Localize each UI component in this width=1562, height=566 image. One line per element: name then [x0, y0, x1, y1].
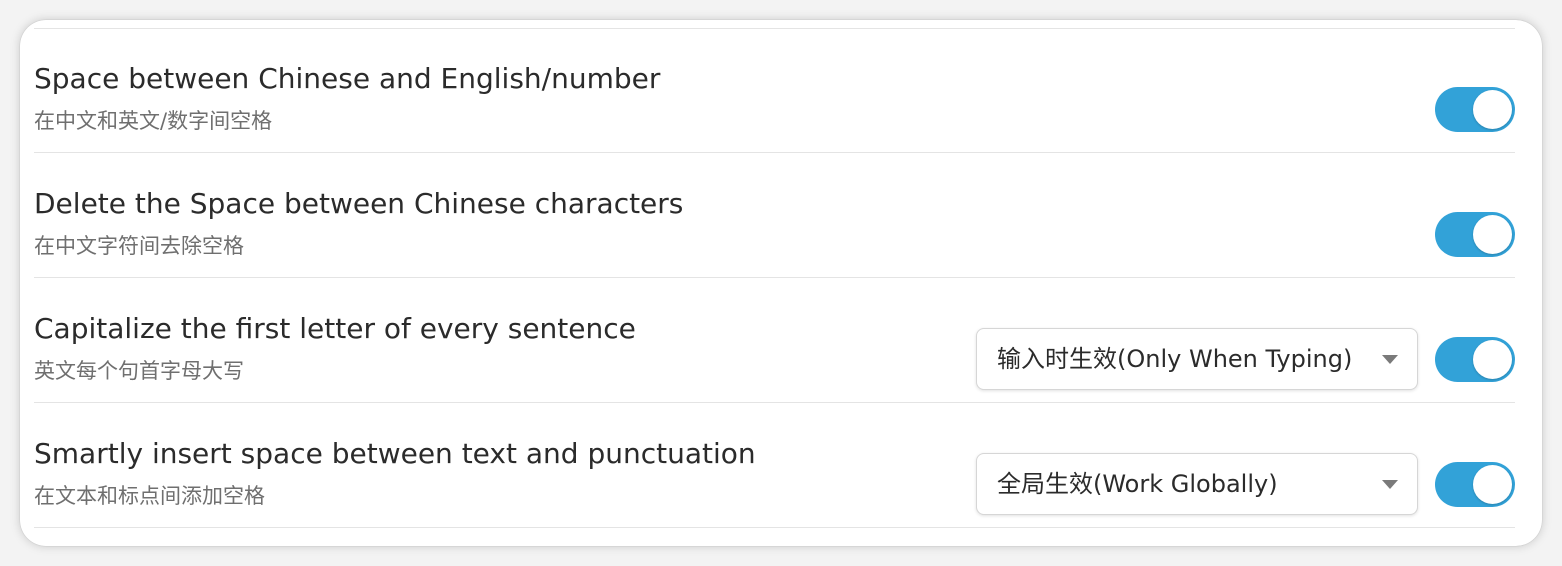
setting-title: Delete the Space between Chinese charact…	[34, 187, 684, 220]
setting-row-space-chinese-english: Space between Chinese and English/number…	[34, 28, 1515, 153]
toggle-switch-space-punctuation[interactable]	[1435, 462, 1515, 507]
toggle-switch-capitalize-first-letter[interactable]	[1435, 337, 1515, 382]
setting-row-delete-space-chinese: Delete the Space between Chinese charact…	[34, 153, 1515, 278]
toggle-switch-space-chinese-english[interactable]	[1435, 87, 1515, 132]
setting-subtitle: 英文每个句首字母大写	[34, 359, 244, 383]
chevron-down-icon	[1382, 480, 1398, 489]
setting-title: Capitalize the first letter of every sen…	[34, 312, 636, 345]
dropdown-selected-value: 全局生效(Work Globally)	[997, 470, 1278, 498]
toggle-knob	[1473, 215, 1512, 254]
chevron-down-icon	[1382, 355, 1398, 364]
setting-row-space-punctuation: Smartly insert space between text and pu…	[34, 403, 1515, 528]
toggle-knob	[1473, 340, 1512, 379]
scope-dropdown-punctuation[interactable]: 全局生效(Work Globally)	[976, 453, 1418, 515]
setting-subtitle: 在中文和英文/数字间空格	[34, 109, 273, 133]
dropdown-selected-value: 输入时生效(Only When Typing)	[997, 345, 1353, 373]
setting-title: Smartly insert space between text and pu…	[34, 437, 756, 470]
setting-row-capitalize-first-letter: Capitalize the first letter of every sen…	[34, 278, 1515, 403]
setting-subtitle: 在中文字符间去除空格	[34, 234, 244, 258]
setting-title: Space between Chinese and English/number	[34, 62, 661, 95]
toggle-knob	[1473, 90, 1512, 129]
settings-panel: Space between Chinese and English/number…	[20, 20, 1542, 546]
toggle-switch-delete-space-chinese[interactable]	[1435, 212, 1515, 257]
toggle-knob	[1473, 465, 1512, 504]
scope-dropdown-capitalize[interactable]: 输入时生效(Only When Typing)	[976, 328, 1418, 390]
setting-subtitle: 在文本和标点间添加空格	[34, 484, 265, 508]
